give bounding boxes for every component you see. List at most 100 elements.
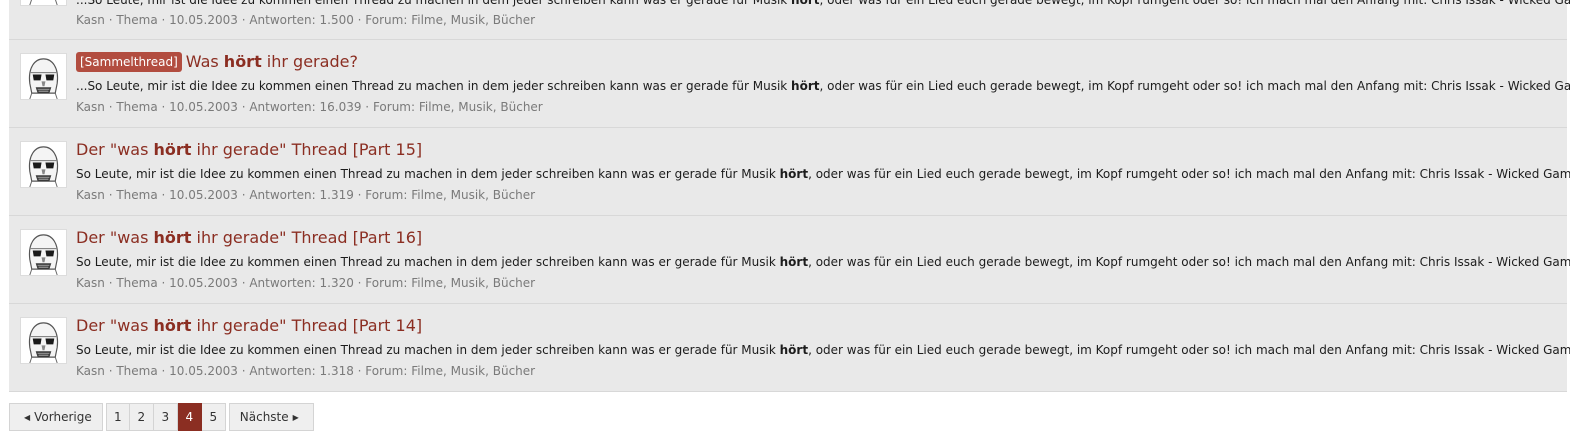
result-title-link[interactable]: [Sammelthread] Was hört ihr gerade? bbox=[76, 51, 358, 73]
forum-link[interactable]: Filme, Musik, Bücher bbox=[411, 276, 535, 290]
snippet-text: So Leute, mir ist die Idee zu kommen ein… bbox=[76, 255, 780, 269]
result-title-text: hört bbox=[153, 316, 192, 335]
snippet-text: ...So Leute, mir ist die Idee zu kommen … bbox=[76, 79, 792, 93]
reply-count: Antworten: 16.039 bbox=[249, 100, 362, 114]
snippet-text: ...So Leute, mir ist die Idee zu kommen … bbox=[76, 0, 792, 7]
result-meta: Kasn · Thema · 10.05.2003 · Antworten: 1… bbox=[76, 99, 543, 115]
result-meta: Kasn · Thema · 10.05.2003 · Antworten: 1… bbox=[76, 12, 535, 28]
result-meta: Kasn · Thema · 10.05.2003 · Antworten: 1… bbox=[76, 363, 535, 379]
snippet-text: hört bbox=[779, 255, 809, 269]
post-date: 10.05.2003 bbox=[169, 276, 238, 290]
reply-count: Antworten: 1.318 bbox=[249, 364, 354, 378]
forum-link[interactable]: Filme, Musik, Bücher bbox=[411, 188, 535, 202]
result-snippet: So Leute, mir ist die Idee zu kommen ein… bbox=[76, 166, 1570, 182]
author-link[interactable]: Kasn bbox=[76, 13, 105, 27]
pagination: ◀ Vorherige 12345 Nächste ▶ bbox=[9, 403, 314, 431]
previous-page-label: Vorherige bbox=[34, 410, 92, 424]
stormtrooper-helmet-icon[interactable] bbox=[20, 229, 67, 276]
result-title-text: ihr gerade" Thread [Part 14] bbox=[191, 316, 423, 335]
forum-link[interactable]: Filme, Musik, Bücher bbox=[411, 13, 535, 27]
next-page-button[interactable]: Nächste ▶ bbox=[228, 403, 314, 431]
content-type: Thema bbox=[116, 276, 158, 290]
meta-separator: · bbox=[104, 276, 117, 290]
meta-separator: · bbox=[353, 188, 366, 202]
meta-separator: · bbox=[237, 100, 250, 114]
forum-link[interactable]: Filme, Musik, Bücher bbox=[419, 100, 543, 114]
thread-prefix-badge[interactable]: [Sammelthread] bbox=[76, 52, 182, 72]
result-snippet: So Leute, mir ist die Idee zu kommen ein… bbox=[76, 342, 1570, 358]
post-date: 10.05.2003 bbox=[169, 100, 238, 114]
page-number-button[interactable]: 5 bbox=[201, 403, 226, 431]
stormtrooper-helmet-icon[interactable] bbox=[20, 141, 67, 188]
snippet-text: hört bbox=[791, 0, 820, 7]
snippet-text: , oder was für ein Lied euch gerade bewe… bbox=[808, 343, 1570, 357]
result-title-text: hört bbox=[153, 228, 192, 247]
result-title-link[interactable]: Der "was hört ihr gerade" Thread [Part 1… bbox=[76, 139, 422, 161]
result-snippet: So Leute, mir ist die Idee zu kommen ein… bbox=[76, 254, 1570, 270]
result-title-text: Der "was bbox=[76, 316, 154, 335]
reply-count: Antworten: 1.500 bbox=[249, 13, 354, 27]
result-title-link[interactable]: Der "was hört ihr gerade" Thread [Part 1… bbox=[76, 227, 422, 249]
forum-label: Forum: bbox=[365, 276, 408, 290]
content-type: Thema bbox=[116, 100, 158, 114]
content-type: Thema bbox=[116, 188, 158, 202]
meta-separator: · bbox=[157, 100, 170, 114]
result-snippet: ...So Leute, mir ist die Idee zu kommen … bbox=[76, 0, 1570, 8]
meta-separator: · bbox=[353, 276, 366, 290]
result-title-text: Der "was bbox=[76, 228, 154, 247]
search-result-item: Der "was hört ihr gerade" Thread [Part 1… bbox=[9, 304, 1570, 392]
forum-link[interactable]: Filme, Musik, Bücher bbox=[411, 364, 535, 378]
meta-separator: · bbox=[237, 188, 250, 202]
meta-separator: · bbox=[104, 188, 117, 202]
result-title-text: hört bbox=[153, 140, 192, 159]
search-result-item: ...So Leute, mir ist die Idee zu kommen … bbox=[9, 0, 1570, 40]
stormtrooper-helmet-icon[interactable] bbox=[20, 317, 67, 364]
meta-separator: · bbox=[237, 364, 250, 378]
page-number-button[interactable]: 3 bbox=[153, 403, 178, 431]
reply-count: Antworten: 1.320 bbox=[249, 276, 354, 290]
caret-right-icon: ▶ bbox=[292, 412, 299, 422]
meta-separator: · bbox=[353, 13, 366, 27]
snippet-text: So Leute, mir ist die Idee zu kommen ein… bbox=[76, 167, 780, 181]
snippet-text: , oder was für ein Lied euch gerade bewe… bbox=[808, 167, 1570, 181]
meta-separator: · bbox=[353, 364, 366, 378]
stormtrooper-helmet-icon[interactable] bbox=[20, 53, 67, 100]
forum-label: Forum: bbox=[372, 100, 416, 114]
result-title-text: ihr gerade" Thread [Part 15] bbox=[191, 140, 423, 159]
result-title-text: Der "was bbox=[76, 140, 154, 159]
author-link[interactable]: Kasn bbox=[76, 188, 105, 202]
result-title-link[interactable]: Der "was hört ihr gerade" Thread [Part 1… bbox=[76, 315, 422, 337]
meta-separator: · bbox=[157, 364, 170, 378]
snippet-text: , oder was für ein Lied euch gerade bewe… bbox=[819, 79, 1570, 93]
search-result-item: Der "was hört ihr gerade" Thread [Part 1… bbox=[9, 128, 1570, 216]
page-number-button[interactable]: 1 bbox=[105, 403, 130, 431]
previous-page-button[interactable]: ◀ Vorherige bbox=[9, 403, 103, 431]
page-number-button[interactable]: 2 bbox=[129, 403, 154, 431]
forum-label: Forum: bbox=[365, 188, 408, 202]
post-date: 10.05.2003 bbox=[169, 13, 238, 27]
snippet-text: , oder was für ein Lied euch gerade bewe… bbox=[819, 0, 1570, 7]
content-type: Thema bbox=[116, 364, 158, 378]
page-number-current[interactable]: 4 bbox=[177, 403, 202, 431]
meta-separator: · bbox=[157, 188, 170, 202]
snippet-text: , oder was für ein Lied euch gerade bewe… bbox=[808, 255, 1570, 269]
snippet-text: hört bbox=[791, 79, 820, 93]
meta-separator: · bbox=[157, 13, 170, 27]
stormtrooper-helmet-icon[interactable] bbox=[20, 0, 67, 6]
author-link[interactable]: Kasn bbox=[76, 100, 105, 114]
result-meta: Kasn · Thema · 10.05.2003 · Antworten: 1… bbox=[76, 275, 535, 291]
search-result-item: Der "was hört ihr gerade" Thread [Part 1… bbox=[9, 216, 1570, 304]
content-type: Thema bbox=[116, 13, 158, 27]
post-date: 10.05.2003 bbox=[169, 364, 238, 378]
meta-separator: · bbox=[361, 100, 373, 114]
result-title-text: ihr gerade" Thread [Part 16] bbox=[191, 228, 423, 247]
post-date: 10.05.2003 bbox=[169, 188, 238, 202]
search-results-list: ...So Leute, mir ist die Idee zu kommen … bbox=[9, 0, 1570, 392]
meta-separator: · bbox=[104, 13, 117, 27]
reply-count: Antworten: 1.319 bbox=[249, 188, 354, 202]
snippet-text: hört bbox=[779, 343, 809, 357]
author-link[interactable]: Kasn bbox=[76, 364, 105, 378]
result-title-text: Was bbox=[185, 52, 224, 71]
author-link[interactable]: Kasn bbox=[76, 276, 105, 290]
meta-separator: · bbox=[237, 13, 250, 27]
